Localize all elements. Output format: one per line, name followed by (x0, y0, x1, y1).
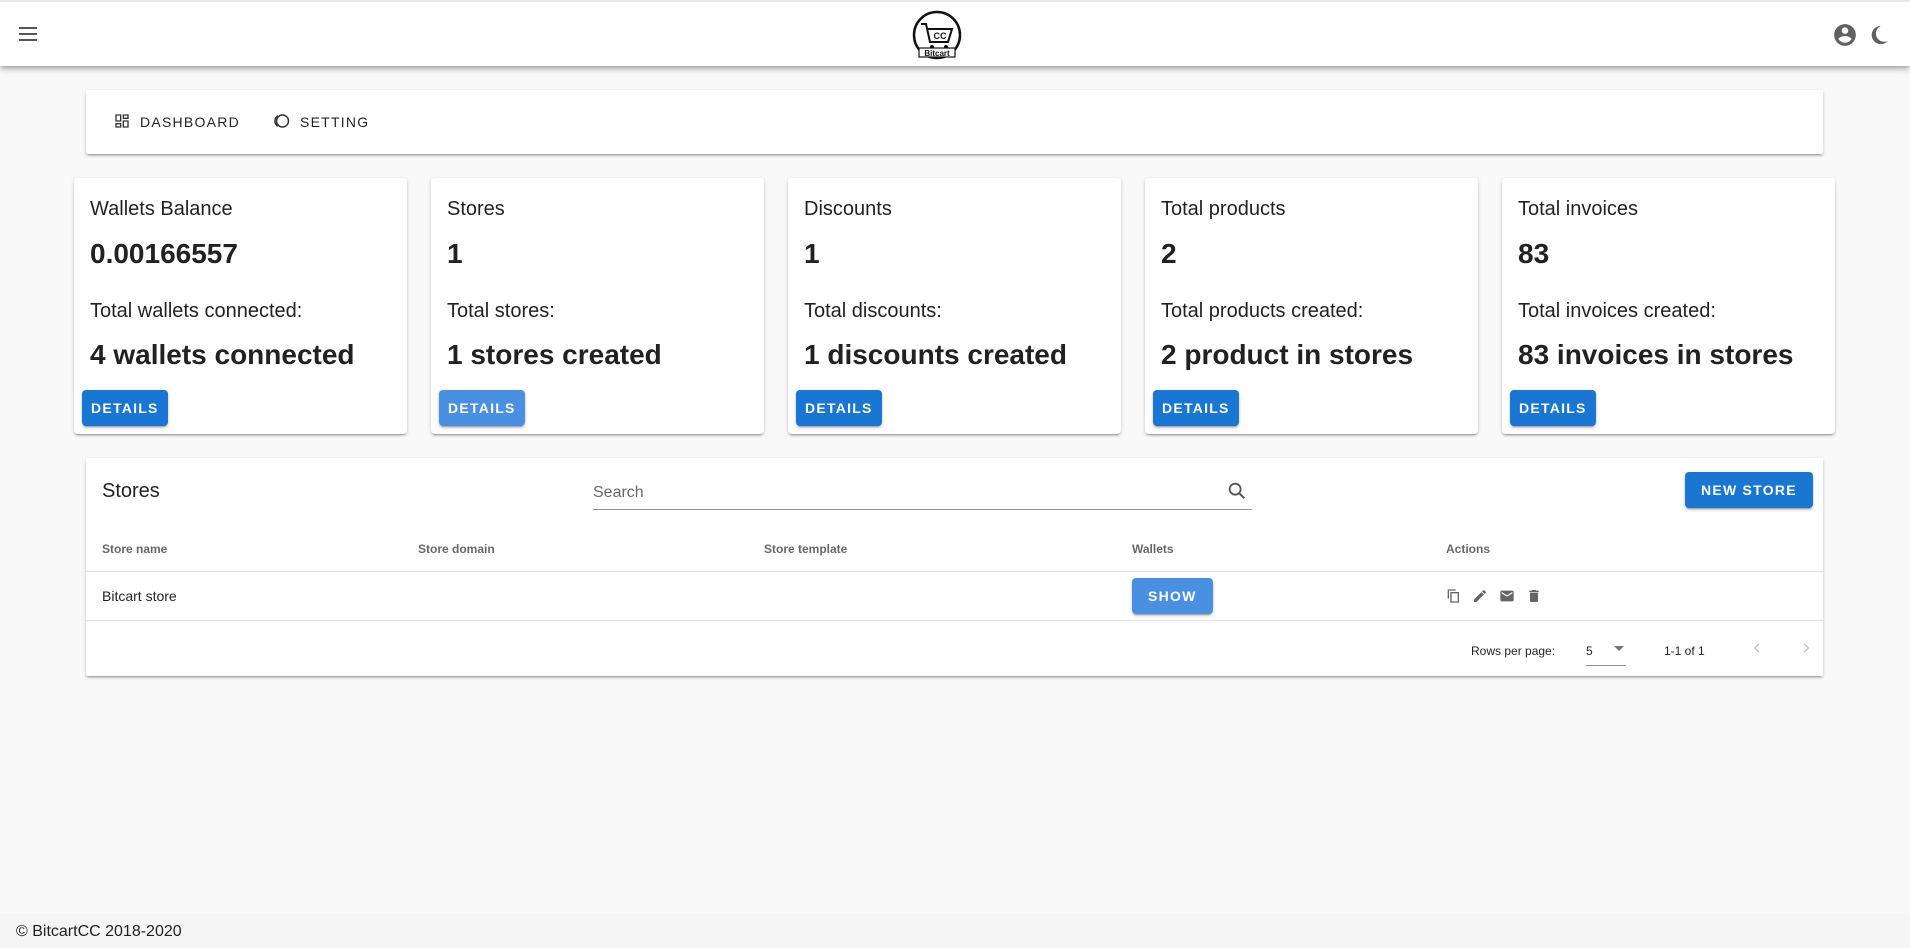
card-total-invoices: Total invoices 83 Total invoices created… (1502, 178, 1835, 434)
stores-table-title: Stores (102, 480, 160, 502)
nav-setting-label: SETTING (300, 114, 370, 130)
stores-details-button[interactable]: DETAILS (439, 390, 525, 426)
search-input[interactable] (593, 480, 1213, 506)
dashboard-icon (114, 113, 130, 132)
nav-dashboard-label: DASHBOARD (140, 114, 240, 130)
delete-icon[interactable] (1525, 587, 1543, 605)
column-header-store-domain[interactable]: Store domain (418, 542, 495, 556)
toggle-icon (272, 113, 290, 132)
column-header-store-template[interactable]: Store template (764, 542, 847, 556)
store-name-cell: Bitcart store (102, 588, 177, 604)
bitcart-logo[interactable]: CC Bitcart (911, 10, 963, 60)
column-header-actions: Actions (1446, 542, 1491, 556)
card-title: Discounts (804, 198, 892, 220)
table-pagination: Rows per page: 5 1-1 of 1 (86, 622, 1823, 676)
discounts-details-button[interactable]: DETAILS (796, 390, 882, 426)
page-footer: © BitcartCC 2018-2020 (0, 914, 1910, 948)
wallets-details-button[interactable]: DETAILS (82, 390, 168, 426)
rows-per-page-label: Rows per page: (1471, 644, 1556, 658)
column-header-wallets: Wallets (1132, 542, 1174, 556)
invoices-details-button[interactable]: DETAILS (1510, 390, 1596, 426)
row-actions (1444, 587, 1543, 605)
rows-per-page-value: 5 (1586, 644, 1593, 658)
logo-text-bottom: Bitcart (924, 49, 950, 58)
nav-dashboard[interactable]: DASHBOARD (104, 104, 250, 140)
menu-icon[interactable] (10, 16, 46, 52)
rows-per-page-select[interactable]: 5 (1586, 636, 1626, 666)
card-sub-label: Total products created: (1161, 300, 1364, 322)
copy-icon[interactable] (1444, 587, 1462, 605)
card-wallets-balance: Wallets Balance 0.00166557 Total wallets… (74, 178, 407, 434)
app-bar: CC Bitcart (0, 0, 1910, 66)
search-icon[interactable] (1226, 480, 1250, 504)
column-header-store-name[interactable]: Store name (102, 542, 167, 556)
card-value: 1 (804, 238, 820, 269)
chevron-left-icon[interactable] (1745, 636, 1769, 660)
nav-setting[interactable]: SETTING (262, 104, 379, 140)
card-value: 0.00166557 (90, 238, 238, 269)
card-sub-label: Total discounts: (804, 300, 942, 322)
card-title: Stores (447, 198, 505, 220)
card-title: Total products (1161, 198, 1286, 220)
chevron-right-icon[interactable] (1794, 636, 1818, 660)
card-sub-label: Total stores: (447, 300, 555, 322)
caret-down-icon (1614, 646, 1624, 651)
card-discounts: Discounts 1 Total discounts: 1 discounts… (788, 178, 1121, 434)
show-wallets-button[interactable]: SHOW (1132, 578, 1213, 614)
stores-table-card: Stores NEW STORE Store name Store domain… (86, 458, 1823, 676)
card-sub-value: 83 invoices in stores (1518, 339, 1794, 370)
logo-text-top: CC (934, 31, 947, 41)
table-header: Store name Store domain Store template W… (86, 524, 1823, 572)
card-stores: Stores 1 Total stores: 1 stores created … (431, 178, 764, 434)
search-field (593, 476, 1252, 510)
edit-icon[interactable] (1471, 587, 1489, 605)
table-row: Bitcart store SHOW (86, 572, 1823, 621)
card-value: 83 (1518, 238, 1550, 269)
products-details-button[interactable]: DETAILS (1153, 390, 1239, 426)
page-info: 1-1 of 1 (1664, 644, 1705, 658)
card-total-products: Total products 2 Total products created:… (1145, 178, 1478, 434)
card-sub-label: Total wallets connected: (90, 300, 303, 322)
card-sub-label: Total invoices created: (1518, 300, 1716, 322)
card-value: 2 (1161, 238, 1177, 269)
card-title: Wallets Balance (90, 198, 233, 220)
email-icon[interactable] (1498, 587, 1516, 605)
new-store-button[interactable]: NEW STORE (1685, 472, 1813, 508)
card-sub-value: 4 wallets connected (90, 339, 355, 370)
moon-icon[interactable] (1864, 20, 1894, 50)
card-value: 1 (447, 238, 463, 269)
card-sub-value: 1 stores created (447, 339, 662, 370)
copyright-text: © BitcartCC 2018-2020 (16, 923, 182, 940)
account-circle-icon[interactable] (1830, 20, 1860, 50)
card-sub-value: 2 product in stores (1161, 339, 1414, 370)
card-sub-value: 1 discounts created (804, 339, 1067, 370)
top-navigation: DASHBOARD SETTING (86, 90, 1823, 154)
card-title: Total invoices (1518, 198, 1639, 220)
